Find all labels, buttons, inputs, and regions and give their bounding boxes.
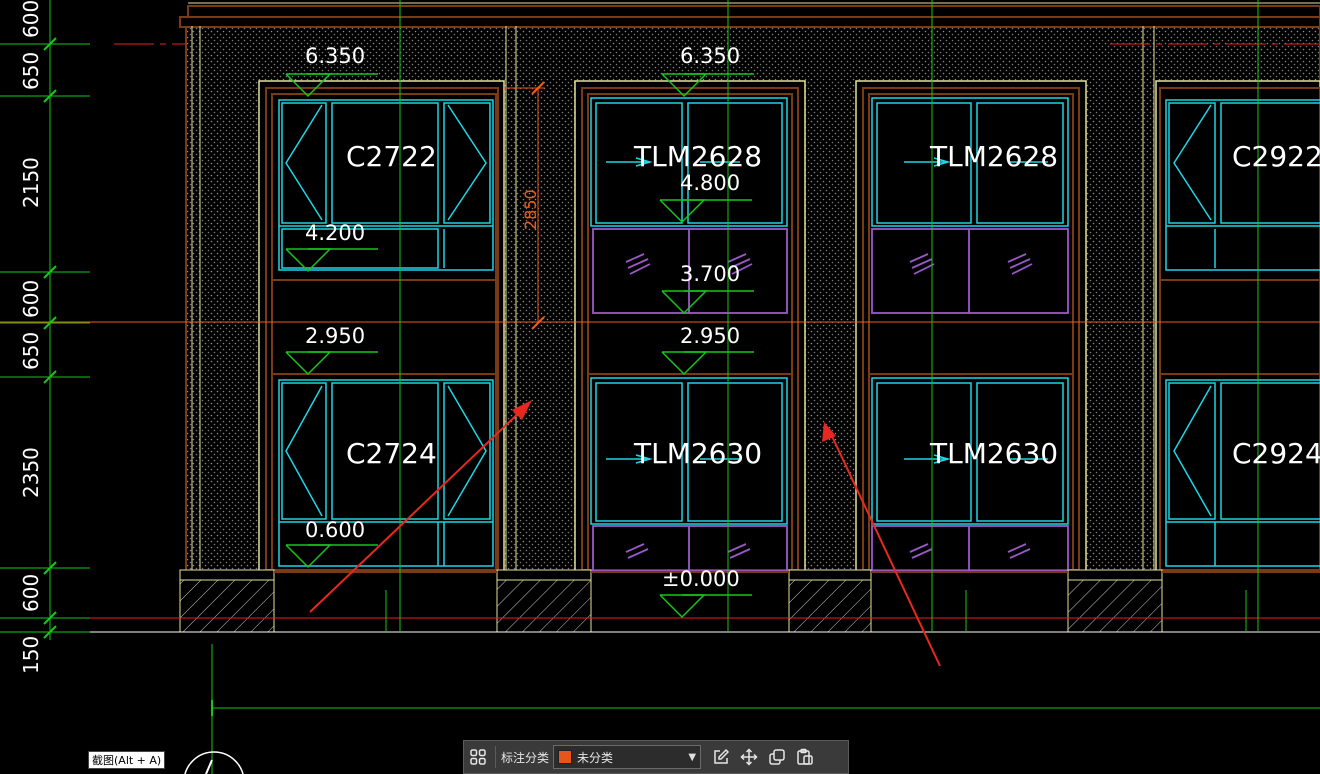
- edit-icon[interactable]: [707, 743, 735, 771]
- chevron-down-icon: ▼: [688, 751, 697, 763]
- level-3700: 3.700: [680, 262, 740, 286]
- category-color-swatch: [558, 750, 573, 764]
- dim-650-top: 650: [19, 52, 43, 90]
- dim-600-bottom: 600: [19, 574, 43, 612]
- toolbar-separator: [495, 746, 496, 768]
- dim-600-top: 600: [19, 0, 43, 38]
- screenshot-tooltip: 截图(Alt + A): [88, 751, 166, 769]
- dim-2350: 2350: [19, 447, 43, 498]
- copy-icon[interactable]: [763, 743, 791, 771]
- left-dimension-labels: 600 650 2150 600 650 2350 600 150: [19, 0, 43, 674]
- paste-icon[interactable]: [791, 743, 819, 771]
- level-0600: 0.600: [305, 518, 365, 542]
- label-tlm2630-b: TLM2630: [929, 437, 1058, 470]
- cad-canvas[interactable]: 600 650 2150 600 650 2350 600 150 2850 6…: [0, 0, 1320, 774]
- category-label: 标注分类: [501, 750, 550, 765]
- dim-600-mid: 600: [19, 280, 43, 318]
- dim-2150: 2150: [19, 157, 43, 208]
- dim-650-mid: 650: [19, 332, 43, 370]
- dim-150: 150: [19, 636, 43, 674]
- level-6350-a: 6.350: [305, 44, 365, 68]
- level-6350-b: 6.350: [680, 44, 740, 68]
- pedestals: [179, 569, 1320, 633]
- left-dimension-chain: [0, 0, 90, 640]
- move-icon[interactable]: [735, 743, 763, 771]
- label-c2724: C2724: [346, 437, 437, 470]
- label-tlm2630-a: TLM2630: [633, 437, 762, 470]
- category-value: 未分类: [577, 750, 614, 765]
- annotation-toolbar: 标注分类 未分类 ▼: [463, 740, 849, 774]
- label-c2924: C2924: [1232, 437, 1320, 470]
- level-4800: 4.800: [680, 171, 740, 195]
- level-2950-a: 2.950: [305, 324, 365, 348]
- level-4200: 4.200: [305, 221, 365, 245]
- dim-2850-label: 2850: [521, 189, 540, 230]
- level-0000: ±0.000: [662, 567, 740, 591]
- axis-bubble: [184, 751, 244, 774]
- category-select[interactable]: 未分类 ▼: [553, 745, 702, 769]
- grid-icon[interactable]: [464, 743, 492, 771]
- label-c2722: C2722: [346, 140, 437, 173]
- label-tlm2628-b: TLM2628: [929, 140, 1058, 173]
- level-2950-b: 2.950: [680, 324, 740, 348]
- label-tlm2628-a: TLM2628: [633, 140, 762, 173]
- label-c2922: C2922: [1232, 140, 1320, 173]
